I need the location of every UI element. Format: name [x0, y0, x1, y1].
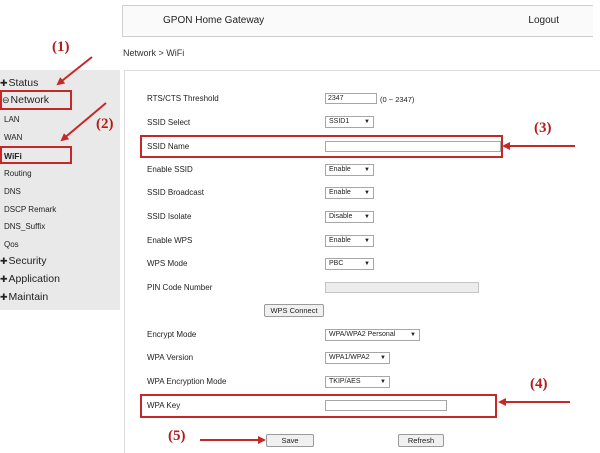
expand-icon: ✚ — [0, 274, 8, 284]
sidebar-item-status[interactable]: ✚Status — [0, 77, 38, 89]
chevron-down-icon: ▼ — [380, 379, 386, 385]
expand-icon: ✚ — [0, 292, 8, 302]
ssid-broadcast-label: SSID Broadcast — [147, 188, 204, 197]
wpa-encryption-mode-label: WPA Encryption Mode — [147, 377, 227, 386]
wps-mode-dropdown[interactable]: PBC ▼ — [325, 258, 374, 270]
sidebar-item-qos[interactable]: Qos — [4, 240, 19, 249]
pin-code-label: PIN Code Number — [147, 283, 213, 292]
enable-ssid-dropdown[interactable]: Enable ▼ — [325, 164, 374, 176]
ssid-isolate-dropdown[interactable]: Disable ▼ — [325, 211, 374, 223]
highlight-wifi — [0, 146, 72, 164]
selected-value: Enable — [329, 237, 351, 244]
wpa-version-label: WPA Version — [147, 353, 194, 362]
chevron-down-icon: ▼ — [364, 238, 370, 244]
sidebar-item-security[interactable]: ✚Security — [0, 255, 46, 267]
wps-mode-label: WPS Mode — [147, 259, 188, 268]
encrypt-mode-label: Encrypt Mode — [147, 330, 197, 339]
selected-value: TKIP/AES — [329, 378, 361, 385]
chevron-down-icon: ▼ — [364, 190, 370, 196]
step-marker-4: (4) — [530, 376, 548, 392]
highlight-network — [0, 90, 72, 110]
step-marker-1: (1) — [52, 39, 70, 55]
chevron-down-icon: ▼ — [380, 355, 386, 361]
sidebar-item-label: Status — [8, 77, 39, 89]
wps-connect-button[interactable]: WPS Connect — [264, 304, 324, 317]
step-marker-2: (2) — [96, 116, 114, 132]
selected-value: Enable — [329, 166, 351, 173]
refresh-button[interactable]: Refresh — [398, 434, 444, 447]
sidebar-item-dns-suffix[interactable]: DNS_Suffix — [4, 222, 45, 231]
save-button[interactable]: Save — [266, 434, 314, 447]
ssid-broadcast-dropdown[interactable]: Enable ▼ — [325, 187, 374, 199]
chevron-down-icon: ▼ — [410, 332, 416, 338]
rts-label: RTS/CTS Threshold — [147, 94, 219, 103]
chevron-down-icon: ▼ — [364, 119, 370, 125]
ssid-isolate-label: SSID Isolate — [147, 212, 192, 221]
expand-icon: ✚ — [0, 78, 8, 88]
step-marker-5: (5) — [168, 428, 186, 444]
ssid-select-dropdown[interactable]: SSID1 ▼ — [325, 116, 374, 128]
chevron-down-icon: ▼ — [364, 261, 370, 267]
wpa-encryption-mode-dropdown[interactable]: TKIP/AES ▼ — [325, 376, 390, 388]
rts-range-hint: (0 ~ 2347) — [380, 95, 415, 104]
enable-ssid-label: Enable SSID — [147, 165, 193, 174]
wpa-version-dropdown[interactable]: WPA1/WPA2 ▼ — [325, 352, 390, 364]
logout-link[interactable]: Logout — [528, 15, 559, 26]
enable-wps-label: Enable WPS — [147, 236, 193, 245]
highlight-wpa-key — [140, 394, 497, 418]
rts-threshold-input[interactable]: 2347 — [325, 93, 377, 104]
sidebar-item-routing[interactable]: Routing — [4, 169, 32, 178]
expand-icon: ✚ — [0, 256, 8, 266]
pin-code-input[interactable] — [325, 282, 479, 293]
encrypt-mode-dropdown[interactable]: WPA/WPA2 Personal ▼ — [325, 329, 420, 341]
sidebar-item-wan[interactable]: WAN — [4, 133, 22, 142]
sidebar-item-label: Maintain — [8, 291, 49, 303]
selected-value: WPA/WPA2 Personal — [329, 331, 396, 338]
selected-value: Disable — [329, 213, 353, 220]
enable-wps-dropdown[interactable]: Enable ▼ — [325, 235, 374, 247]
sidebar-item-application[interactable]: ✚Application — [0, 273, 60, 285]
app-title: GPON Home Gateway — [163, 15, 265, 26]
sidebar-item-lan[interactable]: LAN — [4, 115, 20, 124]
ssid-select-label: SSID Select — [147, 118, 191, 127]
sidebar: ✚Status ⊖Network LAN WAN WiFi Routing DN… — [0, 0, 122, 452]
selected-value: WPA1/WPA2 — [329, 354, 370, 361]
selected-value: Enable — [329, 189, 351, 196]
sidebar-item-dns[interactable]: DNS — [4, 187, 21, 196]
selected-value: SSID1 — [329, 118, 350, 125]
chevron-down-icon: ▼ — [364, 167, 370, 173]
app-header: GPON Home Gateway Logout — [122, 5, 593, 37]
chevron-down-icon: ▼ — [364, 214, 370, 220]
step-marker-3: (3) — [534, 120, 552, 136]
highlight-ssid-name — [140, 135, 503, 158]
breadcrumb: Network > WiFi — [123, 48, 185, 58]
sidebar-item-label: Application — [8, 273, 60, 285]
sidebar-item-label: Security — [8, 255, 47, 267]
selected-value: PBC — [329, 260, 344, 267]
sidebar-item-dscp-remark[interactable]: DSCP Remark — [4, 205, 56, 214]
sidebar-item-maintain[interactable]: ✚Maintain — [0, 291, 48, 303]
